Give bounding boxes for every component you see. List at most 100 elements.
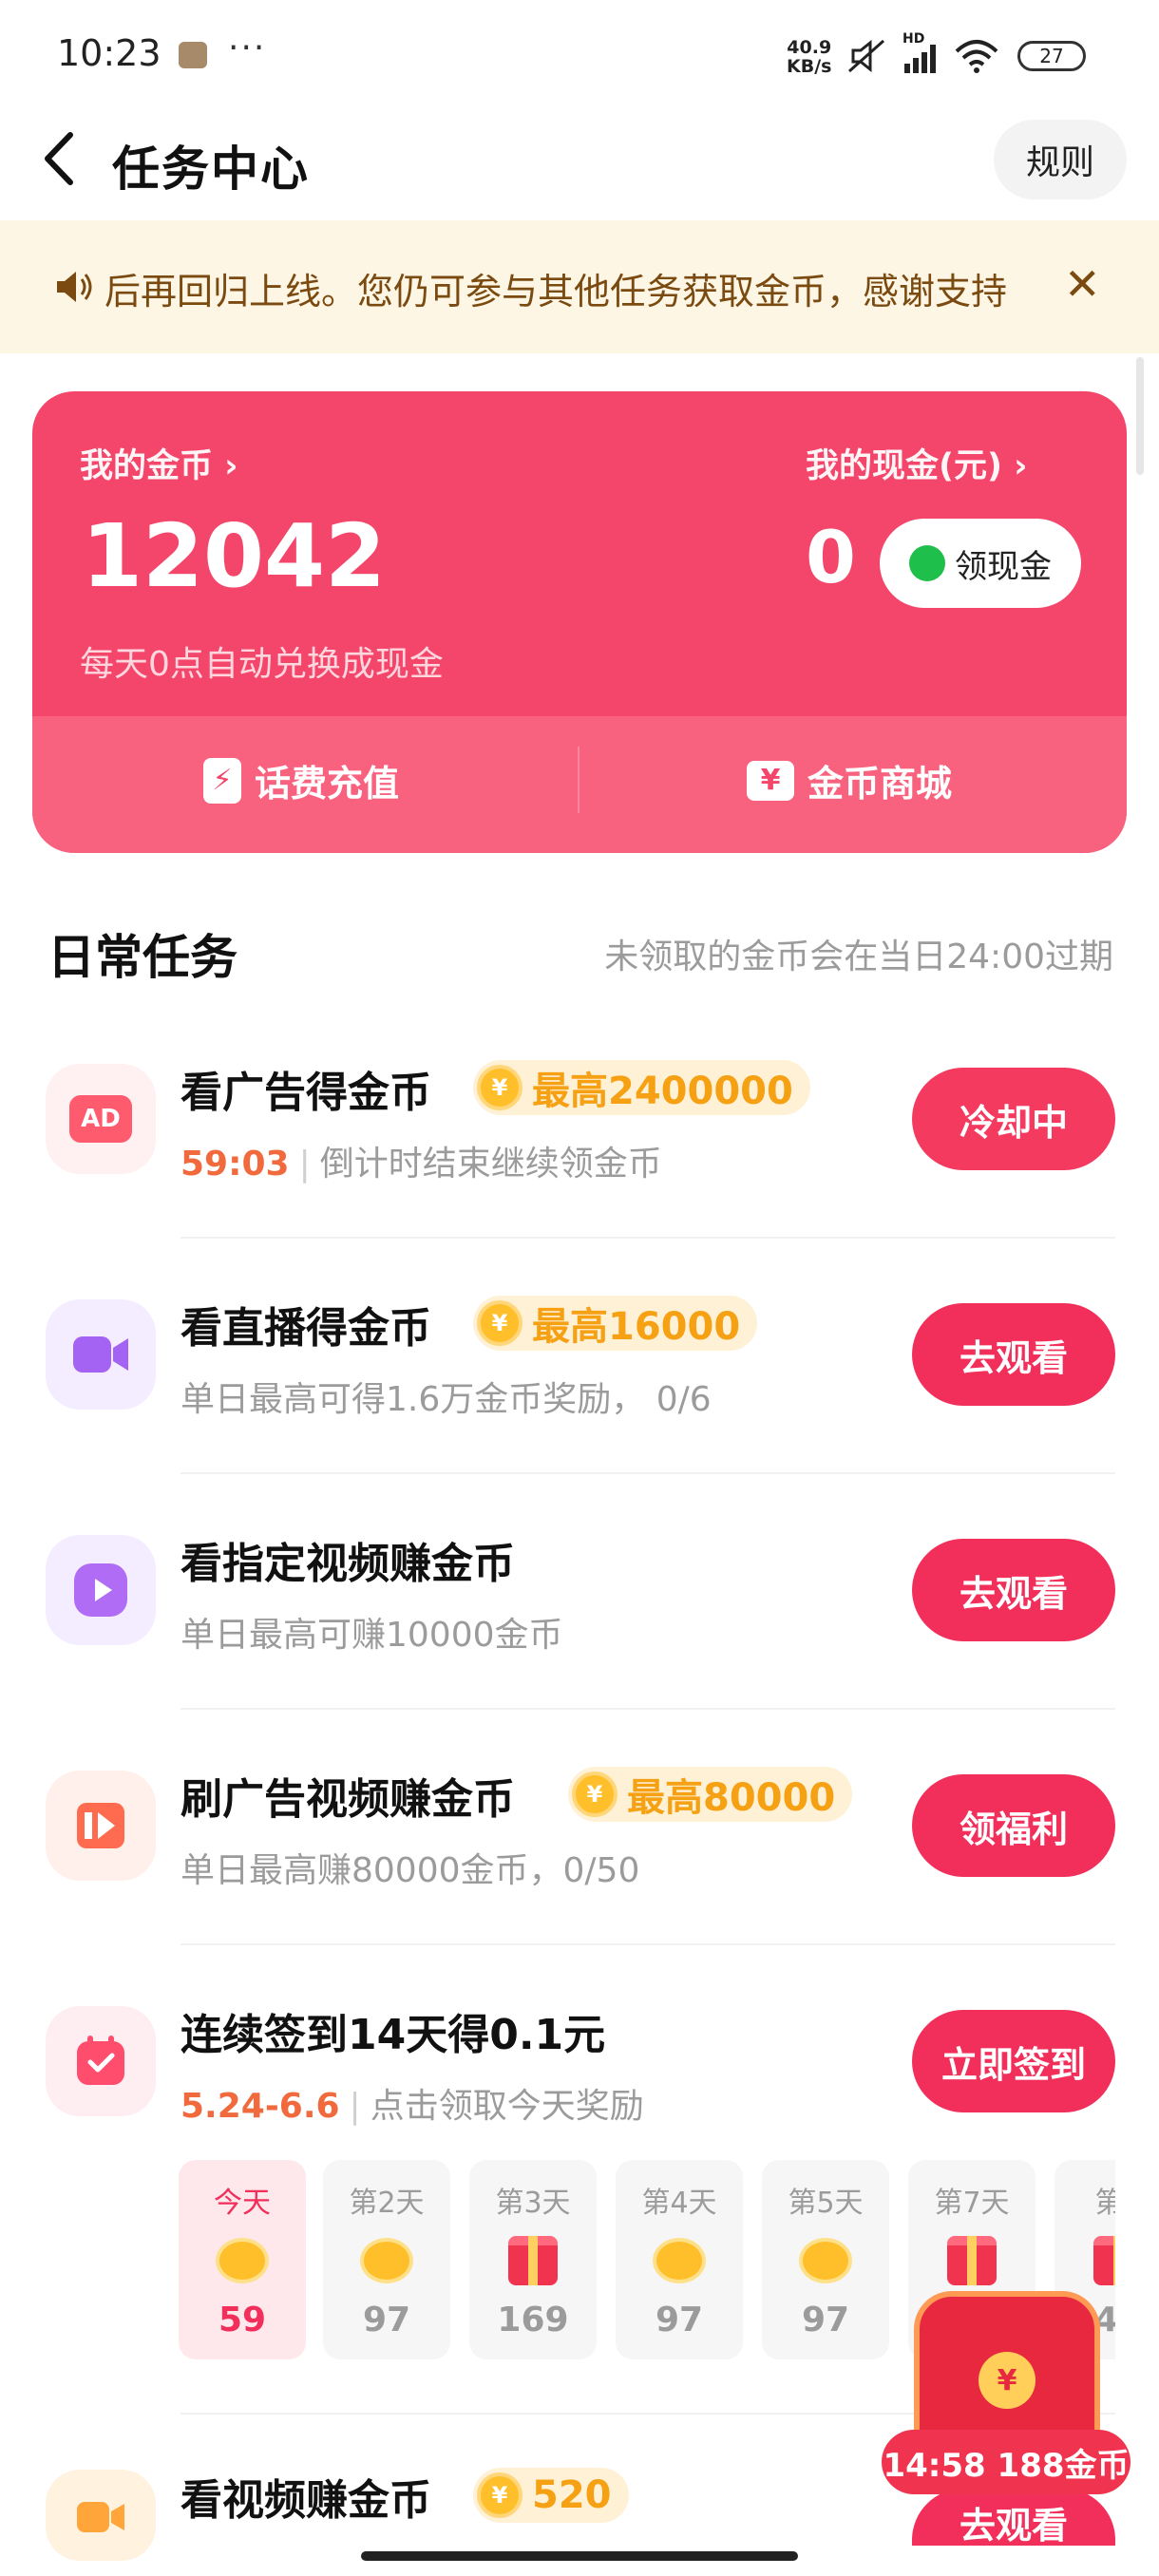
daily-tasks-title: 日常任务 (48, 930, 238, 985)
day-label: 第5天 (788, 2187, 864, 2220)
signin-day-card[interactable]: 第5天 97 (762, 2160, 889, 2359)
signal-icon: HD (902, 31, 936, 73)
page-title: 任务中心 (112, 142, 310, 197)
video-icon (77, 2502, 124, 2532)
claim-cash-button[interactable]: 领现金 (880, 519, 1081, 608)
coins-reward-icon (208, 2234, 276, 2287)
day-label: 第2天 (349, 2187, 425, 2220)
network-speed-unit: KB/s (787, 56, 832, 77)
wechat-icon (909, 545, 945, 581)
chevron-left-icon (45, 132, 73, 185)
task-icon-watch-video (46, 2470, 156, 2561)
cooldown-button[interactable]: 冷却中 (912, 1068, 1115, 1170)
gift-icon (938, 2234, 1006, 2287)
reward-badge-label: 最高16000 (532, 1305, 741, 1349)
network-speed-value: 40.9 (787, 37, 832, 58)
task-subtitle: 5.24-6.6 | 点击领取今天奖励 (180, 2087, 644, 2126)
speaker-icon (57, 272, 92, 302)
row-divider (180, 1237, 1115, 1239)
task-subtitle-text: 倒计时结束继续领金币 (319, 1145, 662, 1184)
coin-mall-button[interactable]: ¥ 金币商城 (747, 754, 952, 806)
row-divider (180, 1472, 1115, 1474)
coins-reward-icon (352, 2234, 421, 2287)
task-icon-video (46, 1535, 156, 1645)
signin-day-card[interactable]: 第3天 169 (469, 2160, 597, 2359)
coin-icon: ¥ (477, 2472, 522, 2518)
gift-icon (499, 2234, 567, 2287)
camera-icon (73, 1336, 128, 1373)
expiry-hint: 未领取的金币会在当日24:00过期 (604, 938, 1113, 976)
day-reward-value: 169 (497, 2301, 569, 2339)
phone-recharge-label: 话费充值 (255, 763, 400, 805)
wallet-card: 我的金币 › 我的现金(元) › 12042 0 领现金 每天0点自动兑换成现金… (32, 391, 1127, 853)
day-label: 第4天 (641, 2187, 717, 2220)
task-icon-live (46, 1299, 156, 1410)
my-coins-link[interactable]: 我的金币 › (80, 439, 238, 487)
reward-badge-label: 最高2400000 (532, 1070, 793, 1113)
day-label: 第7天 (934, 2187, 1010, 2220)
reward-badge-label: 最高80000 (627, 1776, 836, 1820)
network-speed: 40.9 KB/s (787, 38, 831, 76)
row-divider (180, 1708, 1115, 1710)
scrollbar[interactable] (1136, 357, 1144, 475)
notice-text: 后再回归上线。您仍可参与其他任务获取金币，感谢支持 (104, 271, 1008, 313)
task-title: 连续签到14天得0.1元 (180, 2011, 606, 2059)
battery-icon: 27 (1017, 41, 1086, 71)
day-reward-value: 59 (218, 2301, 267, 2339)
cash-balance: 0 (806, 515, 856, 599)
day-reward-value: 97 (362, 2301, 411, 2339)
signin-day-card[interactable]: 第4天 97 (616, 2160, 743, 2359)
video-ad-icon (77, 1803, 124, 1848)
task-title: 看广告得金币 (180, 1069, 431, 1117)
home-indicator[interactable] (361, 2551, 798, 2561)
claim-benefit-button[interactable]: 领福利 (912, 1774, 1115, 1877)
more-notifications-icon: ··· (228, 28, 267, 67)
sign-in-button[interactable]: 立即签到 (912, 2010, 1115, 2112)
day-reward-value: 97 (655, 2301, 704, 2339)
cooldown-timer: 59:03 (180, 1145, 290, 1184)
status-icons: HD 27 (846, 31, 1086, 78)
task-subtitle: 单日最高赚80000金币，0/50 (180, 1851, 640, 1890)
wifi-icon (955, 40, 998, 73)
rules-button[interactable]: 规则 (994, 120, 1127, 199)
signal-hd-label: HD (902, 31, 925, 47)
my-cash-link[interactable]: 我的现金(元) › (806, 439, 1028, 487)
back-button[interactable] (36, 125, 86, 192)
coin-icon: ¥ (572, 1771, 618, 1817)
signin-date-range: 5.24-6.6 (180, 2087, 340, 2126)
coin-icon: ¥ (477, 1300, 522, 1346)
phone-recharge-button[interactable]: ⚡ 话费充值 (203, 754, 399, 806)
signin-days: 今天 59 第2天 97 第3天 169 第4天 97 第5天 97 第7天 第… (179, 0, 1115, 2576)
yuan-coin-icon: ¥ (978, 2352, 1036, 2409)
task-title: 看指定视频赚金币 (180, 1540, 515, 1588)
day-label: 第1 (1094, 2187, 1115, 2220)
reward-badge: ¥ 最高16000 (473, 1296, 758, 1351)
coin-mall-label: 金币商城 (808, 763, 953, 805)
play-icon (74, 1563, 127, 1617)
coins-reward-icon (791, 2234, 860, 2287)
task-subtitle: 单日最高可赚10000金币 (180, 1616, 563, 1655)
watch-video-button[interactable]: 去观看 (912, 2489, 1115, 2547)
signin-day-card[interactable]: 今天 59 (179, 2160, 306, 2359)
reward-badge-label: 520 (532, 2473, 612, 2517)
close-icon[interactable]: ✕ (1064, 258, 1101, 310)
task-icon-ad: AD (46, 1064, 156, 1174)
mute-icon (848, 39, 884, 73)
task-subtitle: 59:03 | 倒计时结束继续领金币 (180, 1145, 662, 1184)
envelope-timer[interactable]: 14:58 188金币 (882, 2430, 1130, 2494)
task-subtitle: 单日最高可得1.6万金币奖励， 0/6 (180, 1380, 712, 1419)
task-subtitle-text: 点击领取今天奖励 (370, 2087, 644, 2126)
calendar-check-icon (77, 2036, 124, 2085)
task-title: 刷广告视频赚金币 (180, 1775, 515, 1824)
claim-cash-label: 领现金 (955, 547, 1052, 586)
reward-badge: ¥ 520 (473, 2468, 629, 2523)
watch-live-button[interactable]: 去观看 (912, 1303, 1115, 1406)
reward-badge: ¥ 最高80000 (568, 1767, 853, 1822)
task-title: 看直播得金币 (180, 1304, 431, 1353)
day-label: 今天 (214, 2187, 271, 2220)
watch-video-button[interactable]: 去观看 (912, 1539, 1115, 1641)
coin-icon: ¥ (477, 1065, 522, 1110)
signin-day-card[interactable]: 第2天 97 (323, 2160, 450, 2359)
ticket-icon: ¥ (747, 760, 794, 801)
file-notification-icon (179, 42, 207, 68)
